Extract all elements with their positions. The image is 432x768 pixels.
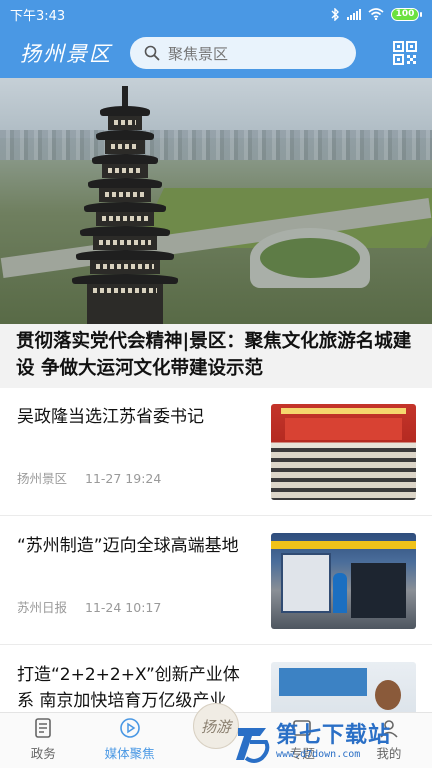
pagoda-image xyxy=(70,86,180,324)
play-icon xyxy=(119,718,140,738)
news-source: 苏州日报 xyxy=(17,600,68,615)
tab-media-focus[interactable]: 媒体聚焦 xyxy=(86,713,172,768)
news-meta: 扬州景区 11-27 19:24 xyxy=(17,468,161,487)
hero-banner[interactable] xyxy=(0,78,432,324)
document-icon xyxy=(35,718,52,738)
watermark-name: 第七下载站 xyxy=(276,723,392,748)
watermark-url: www.d7down.com xyxy=(276,749,361,760)
status-icons: 100 xyxy=(331,7,422,21)
battery-icon: 100 xyxy=(391,7,422,21)
status-bar: 下午3:43 100 xyxy=(0,0,432,28)
tab-government[interactable]: 政务 xyxy=(0,713,86,768)
news-time: 11-27 19:24 xyxy=(85,471,162,486)
news-item[interactable]: “苏州制造”迈向全球高端基地 苏州日报 11-24 10:17 xyxy=(0,517,432,645)
news-title: 吴政隆当选江苏省委书记 xyxy=(17,407,204,427)
signal-icon xyxy=(347,8,361,20)
qr-code-icon[interactable] xyxy=(392,40,418,66)
news-thumbnail xyxy=(271,404,416,500)
news-source: 扬州景区 xyxy=(17,471,68,486)
news-item[interactable]: 吴政隆当选江苏省委书记 扬州景区 11-27 19:24 xyxy=(0,388,432,516)
app-header: 扬州景区 聚焦景区 xyxy=(0,28,432,78)
wifi-icon xyxy=(368,8,384,20)
tab-label: 媒体聚焦 xyxy=(104,746,155,761)
search-icon xyxy=(144,45,160,61)
status-time: 下午3:43 xyxy=(10,8,66,24)
search-placeholder: 聚焦景区 xyxy=(168,44,229,63)
bluetooth-icon xyxy=(331,7,339,21)
news-title: “苏州制造”迈向全球高端基地 xyxy=(17,536,239,556)
tab-label: 政务 xyxy=(30,746,56,761)
watermark: 第七下载站 www.d7down.com xyxy=(232,718,428,766)
battery-level: 100 xyxy=(391,7,419,21)
app-logo: 扬州景区 xyxy=(20,42,112,66)
search-input[interactable]: 聚焦景区 xyxy=(130,37,356,69)
news-meta: 苏州日报 11-24 10:17 xyxy=(17,597,161,616)
news-thumbnail xyxy=(271,533,416,629)
watermark-logo-icon xyxy=(236,728,270,763)
news-time: 11-24 10:17 xyxy=(85,600,162,615)
hero-headline[interactable]: 贯彻落实党代会精神|景区：聚焦文化旅游名城建设 争做大运河文化带建设示范 xyxy=(0,324,432,388)
